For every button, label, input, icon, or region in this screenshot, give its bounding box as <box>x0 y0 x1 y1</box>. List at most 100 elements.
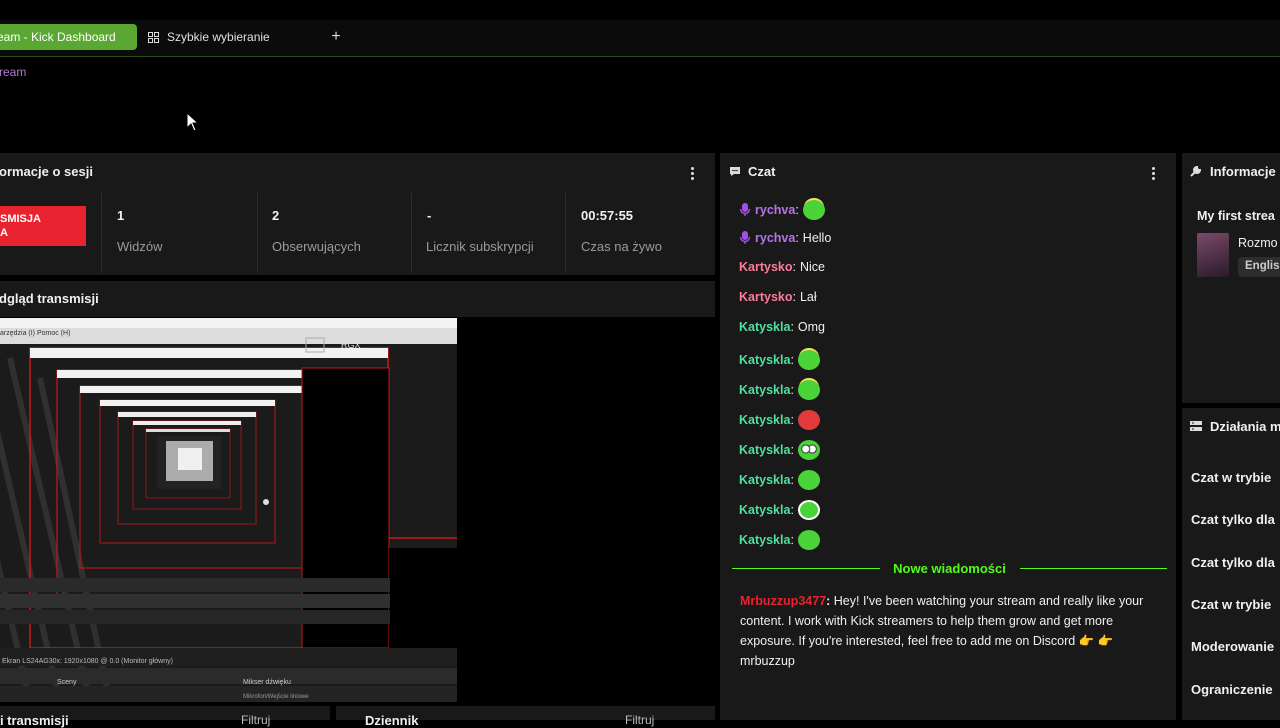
tab-speed-dial[interactable]: Szybkie wybieranie <box>148 24 270 50</box>
chat-separator: : <box>790 473 794 487</box>
chat-separator: : <box>790 503 794 517</box>
chat-separator: : <box>790 353 794 367</box>
preview-row-text: Ekran LS24AG30x: 1920x1080 @ 0.0 (Monito… <box>2 658 173 665</box>
chat-message: Katyskla: <box>739 350 820 370</box>
chat-message: Katyskla: <box>739 410 820 430</box>
chat-separator: : <box>790 413 794 427</box>
live-time-value: 00:57:55 <box>581 208 634 223</box>
chat-message: Katyskla: Omg <box>739 320 825 334</box>
chat-username[interactable]: Kartysko <box>739 260 793 274</box>
chat-message: Katyskla: <box>739 470 820 490</box>
chat-separator: : <box>795 203 799 217</box>
chat-username[interactable]: Katyskla <box>739 413 790 427</box>
new-tab-button[interactable]: + <box>327 28 345 46</box>
stat-divider <box>101 193 102 273</box>
green-halo-emote-icon <box>802 200 825 220</box>
chat-username[interactable]: Mrbuzzup3477 <box>740 594 826 608</box>
microphone-badge-icon <box>739 203 751 216</box>
obs-recursive-capture <box>0 318 457 702</box>
chat-username[interactable]: Katyskla <box>739 473 790 487</box>
grid-icon <box>148 31 159 43</box>
red-angry-emote-icon <box>797 410 820 430</box>
chat-username[interactable]: Kartysko <box>739 290 793 304</box>
chat-message: Katyskla: <box>739 440 820 460</box>
chat-username[interactable]: Katyskla <box>739 443 790 457</box>
preview-row-text: Sceny <box>57 679 77 686</box>
chat-message-text: Omg <box>797 320 826 334</box>
stream-preview-image[interactable]: arzędzia (I) Pomoc (H) RGX Ekran LS24AG3… <box>0 318 457 702</box>
subscriptions-label: Licznik subskrypcji <box>426 239 534 254</box>
wrench-icon <box>1190 165 1202 177</box>
followers-count: 2 <box>272 208 280 223</box>
window-top-bar <box>0 0 1280 20</box>
green-headset-emote-icon <box>797 500 820 520</box>
stream-title: My first strea <box>1197 209 1275 223</box>
mod-action-item[interactable]: Czat tylko dla <box>1191 512 1275 527</box>
green-smile-emote-icon <box>797 530 820 550</box>
mod-tools-icon <box>1190 421 1202 431</box>
category-thumbnail <box>1197 233 1229 277</box>
stream-preview-header <box>0 281 715 317</box>
mod-action-item[interactable]: Czat w trybie <box>1191 597 1271 612</box>
chat-message-text: Hello <box>802 231 832 245</box>
green-smirk-emote-icon <box>797 470 820 490</box>
category-name[interactable]: Rozmo <box>1238 236 1278 250</box>
chat-username[interactable]: Katyskla <box>739 383 790 397</box>
viewers-label: Widzów <box>117 239 163 254</box>
chat-username[interactable]: rychva <box>755 203 795 217</box>
chat-message-text: Lał <box>799 290 817 304</box>
bottom-right-title: Dziennik <box>365 713 419 728</box>
chat-username[interactable]: Katyskla <box>739 503 790 517</box>
tab-label: Szybkie wybieranie <box>167 30 270 44</box>
chat-separator: : <box>790 320 794 334</box>
preview-menu-text: arzędzia (I) Pomoc (H) <box>0 330 71 337</box>
chat-message: Katyskla: <box>739 380 820 400</box>
chat-message-text: Nice <box>799 260 825 274</box>
chat-username[interactable]: Katyskla <box>739 353 790 367</box>
chat-message: rychva: <box>739 200 825 220</box>
chat-message: rychva: Hello <box>739 230 831 246</box>
mod-action-item[interactable]: Moderowanie <box>1191 639 1274 654</box>
stat-divider <box>257 193 258 273</box>
green-glasses-emote-icon <box>797 440 820 460</box>
mod-action-item[interactable]: Czat tylko dla <box>1191 555 1275 570</box>
tab-label: eam - Kick Dashboard <box>0 30 116 44</box>
green-halo-emote-icon <box>797 380 820 400</box>
chat-username[interactable]: Katyskla <box>739 320 790 334</box>
chat-title: Czat <box>748 164 776 179</box>
preview-overlay-label: RGX <box>341 340 361 350</box>
breadcrumb[interactable]: ream <box>0 65 26 79</box>
chat-message: Kartysko: Lał <box>739 290 817 304</box>
subscriptions-count: - <box>427 208 432 223</box>
chat-message: Kartysko: Nice <box>739 260 825 274</box>
chat-message-long: Mrbuzzup3477: Hey! I've been watching yo… <box>740 594 1144 668</box>
chat-menu-icon[interactable] <box>1152 167 1156 180</box>
chat-username[interactable]: rychva <box>755 231 795 245</box>
preview-row-text: Mikrofon/Wejście liniowe <box>243 694 309 700</box>
stat-divider <box>565 193 566 273</box>
microphone-badge-icon <box>739 231 751 244</box>
stream-info-panel <box>1182 153 1280 403</box>
bottom-right-filter[interactable]: Filtruj <box>625 713 654 727</box>
stat-divider <box>411 193 412 273</box>
chat-separator: : <box>792 290 796 304</box>
bottom-left-title: ni transmisji <box>0 713 69 728</box>
viewers-count: 1 <box>117 208 125 223</box>
chat-separator: : <box>790 533 794 547</box>
chat-username[interactable]: Katyskla <box>739 533 790 547</box>
mod-action-item[interactable]: Czat w trybie <box>1191 470 1271 485</box>
tab-kick-dashboard[interactable]: eam - Kick Dashboard <box>0 24 137 50</box>
stream-info-title: Informacje <box>1210 164 1276 179</box>
chat-separator: : <box>790 443 794 457</box>
language-tag: Englis <box>1238 257 1280 277</box>
mod-action-item[interactable]: Ograniczenie <box>1191 682 1273 697</box>
chat-message: Katyskla: <box>739 500 820 520</box>
chat-bubble-icon <box>730 167 740 176</box>
followers-label: Obserwujących <box>272 239 361 254</box>
preview-row-text: Mikser dźwięku <box>243 679 291 686</box>
chat-separator: : <box>795 231 799 245</box>
bottom-left-filter[interactable]: Filtruj <box>241 713 270 727</box>
session-menu-icon[interactable] <box>691 167 695 180</box>
chat-separator: : <box>792 260 796 274</box>
new-messages-divider: Nowe wiadomości <box>732 559 1167 579</box>
